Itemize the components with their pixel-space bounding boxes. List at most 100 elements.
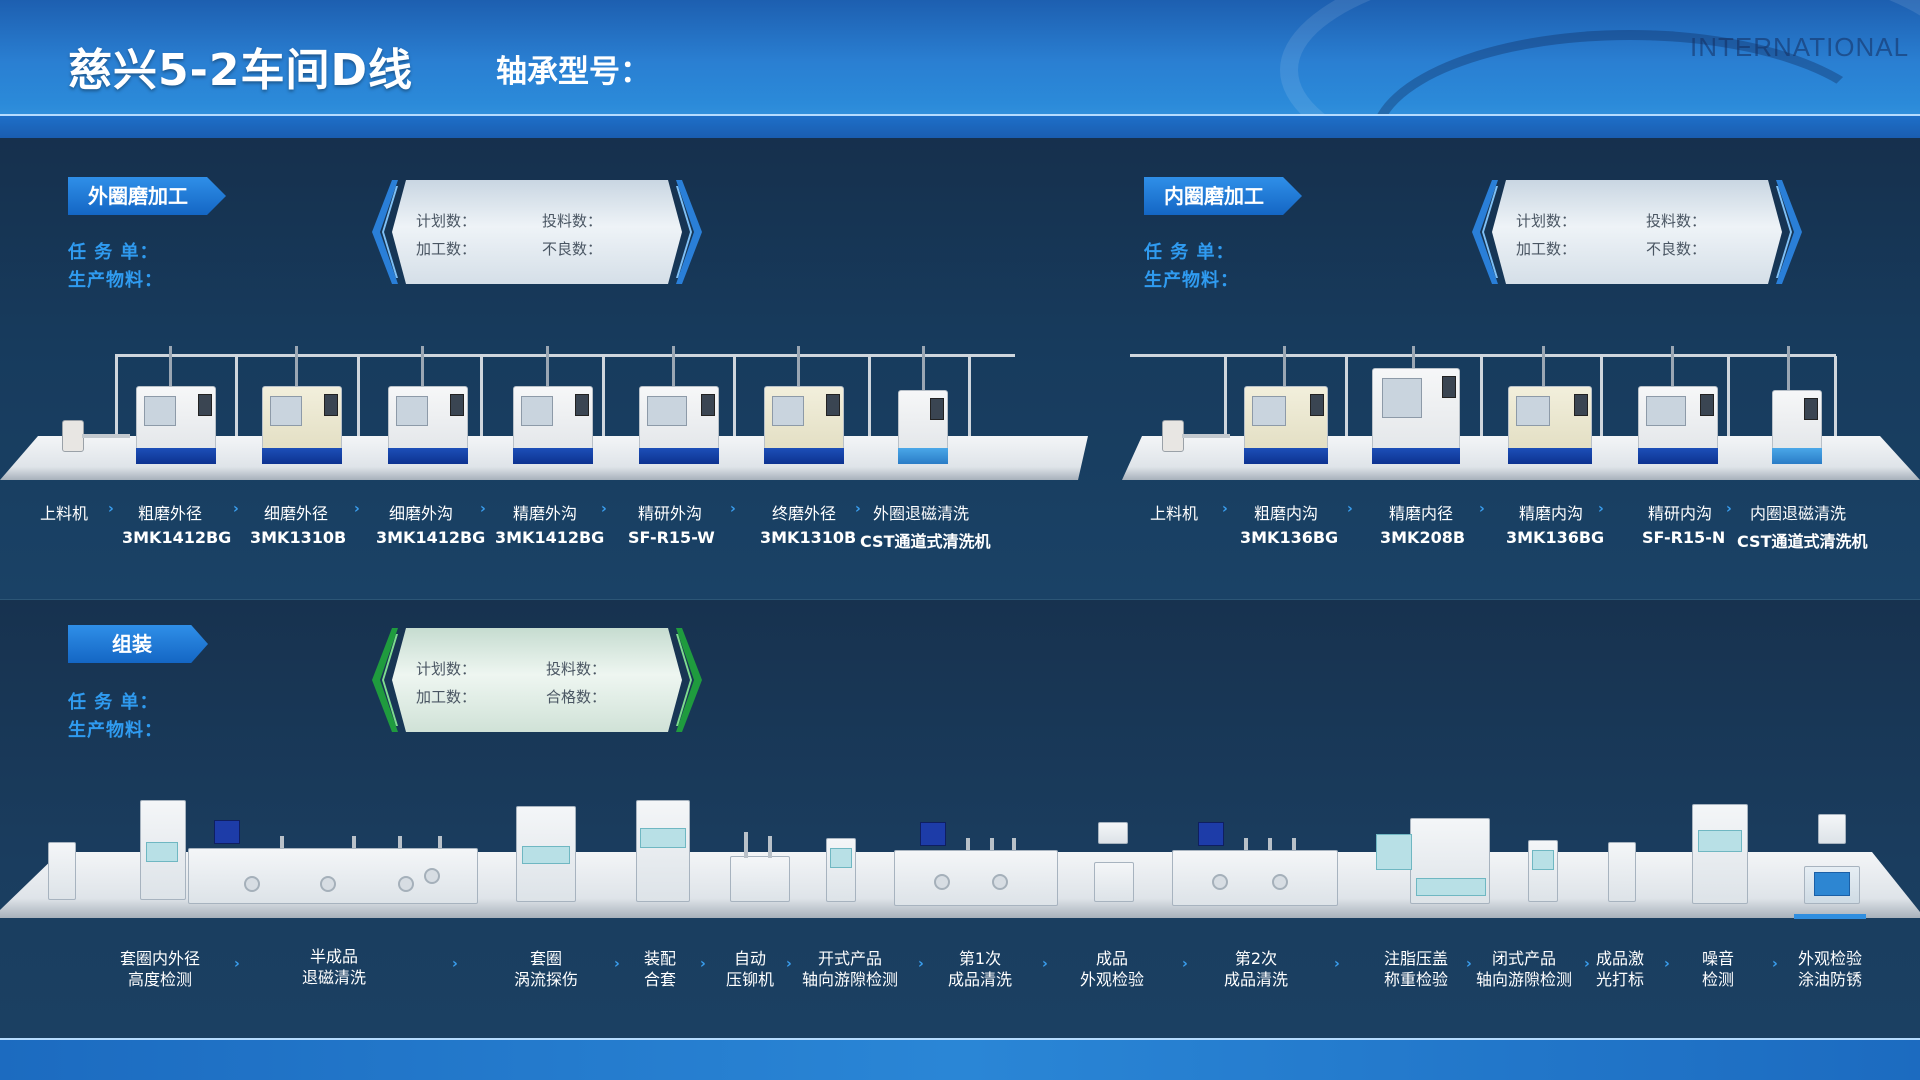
assembly-station-label: 外观检验 涂油防锈: [1798, 949, 1863, 989]
oiling-unit: [1804, 814, 1860, 906]
defective-count-label: 不良数：: [1646, 240, 1707, 258]
chevron-right-icon: ›: [1726, 501, 1732, 517]
gantry-drop: [169, 346, 172, 386]
riveting-press-unit: [730, 832, 790, 902]
gantry-post: [1345, 356, 1348, 436]
station-model: 3MK208B: [1380, 528, 1466, 547]
assembly-matching-unit: [636, 800, 690, 902]
inner-stat-box: 计划数： 投料数： 加工数： 不良数：: [1472, 180, 1802, 284]
chevron-right-icon: ›: [108, 501, 114, 517]
assembly-material-label: 生产物料：: [68, 720, 163, 741]
station-model: 3MK1412BG: [376, 528, 486, 547]
visual-inspection-desk: [1094, 822, 1134, 902]
assembly-station-label: 套圈 涡流探伤: [514, 949, 579, 989]
machine-superfinish-groove: [639, 386, 719, 464]
inner-material-label: 生产物料：: [1144, 270, 1239, 291]
noise-test-unit: [1692, 804, 1748, 904]
stat-box-inner: [392, 628, 682, 732]
gantry-post: [968, 356, 971, 436]
chevron-right-icon: ›: [1222, 501, 1228, 517]
outer-gantry: [115, 354, 1015, 357]
open-clearance-gauge: [826, 838, 856, 902]
eddy-current-unit: [516, 806, 576, 902]
gantry-post: [1834, 356, 1837, 436]
gantry-post: [1727, 356, 1730, 436]
chevron-right-icon: ›: [700, 956, 706, 972]
station-model: SF-R15-W: [628, 528, 715, 547]
laser-marking-unit: [1608, 842, 1636, 902]
assembly-badge: 组装: [68, 625, 208, 663]
station-label: 细磨外沟: [389, 504, 454, 523]
station-model: CST通道式清洗机: [1737, 532, 1868, 551]
bracket-right-icon: [1776, 180, 1802, 284]
gantry-post: [480, 356, 483, 436]
chevron-right-icon: ›: [1598, 501, 1604, 517]
assembly-task-label: 任 务 单：: [68, 692, 159, 713]
station-model: 3MK1310B: [760, 528, 857, 547]
bearing-model-label: 轴承型号：: [496, 54, 651, 90]
gantry-drop: [1542, 346, 1545, 386]
watermark-text: INTERNATIONAL: [1690, 32, 1910, 62]
gantry-post: [868, 356, 871, 436]
chevron-right-icon: ›: [786, 956, 792, 972]
loader-unit: [48, 842, 88, 904]
assembly-station-label: 第1次 成品清洗: [948, 949, 1013, 989]
station-label: 外圈退磁清洗: [873, 504, 970, 523]
line-end-marker: [1794, 914, 1866, 919]
assembly-station-label: 套圈内外径 高度检测: [120, 949, 201, 989]
chevron-right-icon: ›: [1334, 956, 1340, 972]
footer-band: [0, 1040, 1920, 1080]
processed-count-label: 加工数：: [1516, 240, 1577, 258]
stat-box-inner: [392, 180, 682, 284]
station-label: 内圈退磁清洗: [1750, 504, 1847, 523]
assembly-station-label: 噪音 检测: [1702, 949, 1735, 989]
assembly-stat-box: 计划数： 投料数： 加工数： 合格数：: [372, 628, 702, 732]
inner-ring-badge: 内圈磨加工: [1144, 177, 1302, 215]
chevron-right-icon: ›: [601, 501, 607, 517]
gantry-drop: [295, 346, 298, 386]
inner-loader-machine: [1162, 420, 1242, 460]
station-label: 精磨外沟: [513, 504, 578, 523]
planned-count-label: 计划数：: [1516, 212, 1577, 230]
chevron-right-icon: ›: [1664, 956, 1670, 972]
planned-count-label: 计划数：: [416, 212, 477, 230]
demag-washer-unit: [188, 820, 478, 906]
machine-final-grind-od: [764, 386, 844, 464]
gantry-drop: [672, 346, 675, 386]
assembly-station-label: 自动 压铆机: [726, 949, 775, 989]
machine-precision-grind-id: [1372, 368, 1460, 464]
gantry-post: [1480, 356, 1483, 436]
machine-rough-grind-od: [136, 386, 216, 464]
station-model: 3MK1310B: [250, 528, 347, 547]
gantry-drop: [1283, 346, 1286, 386]
station-label: 终磨外径: [772, 504, 837, 523]
machine-precision-grind-groove: [513, 386, 593, 464]
chevron-right-icon: ›: [1466, 956, 1472, 972]
bracket-right-icon: [676, 628, 702, 732]
qualified-count-label: 合格数：: [546, 688, 607, 706]
closed-clearance-gauge: [1528, 840, 1558, 902]
station-model: 3MK136BG: [1240, 528, 1339, 547]
fed-count-label: 投料数：: [1646, 212, 1707, 230]
assembly-station-label: 开式产品 轴向游隙检测: [802, 949, 899, 989]
outer-ring-badge: 外圈磨加工: [68, 177, 226, 215]
station-label: 精研外沟: [638, 504, 703, 523]
gantry-post: [602, 356, 605, 436]
assembly-station-label: 半成品 退磁清洗: [302, 947, 367, 987]
gantry-post: [357, 356, 360, 436]
chevron-right-icon: ›: [614, 956, 620, 972]
machine-fine-grind-od: [262, 386, 342, 464]
chevron-right-icon: ›: [1347, 501, 1353, 517]
gantry-drop: [1671, 346, 1674, 386]
machine-outer-washer: [898, 390, 948, 464]
gantry-post: [235, 356, 238, 436]
station-label: 粗磨内沟: [1254, 504, 1319, 523]
machine-superfinish-ig: [1638, 386, 1718, 464]
outer-loader-machine: [62, 420, 142, 460]
chevron-right-icon: ›: [1182, 956, 1188, 972]
gantry-drop: [546, 346, 549, 386]
station-model: 3MK1412BG: [495, 528, 605, 547]
gantry-drop: [1787, 346, 1790, 390]
chevron-right-icon: ›: [452, 956, 458, 972]
assembly-station-label: 闭式产品 轴向游隙检测: [1476, 949, 1573, 989]
